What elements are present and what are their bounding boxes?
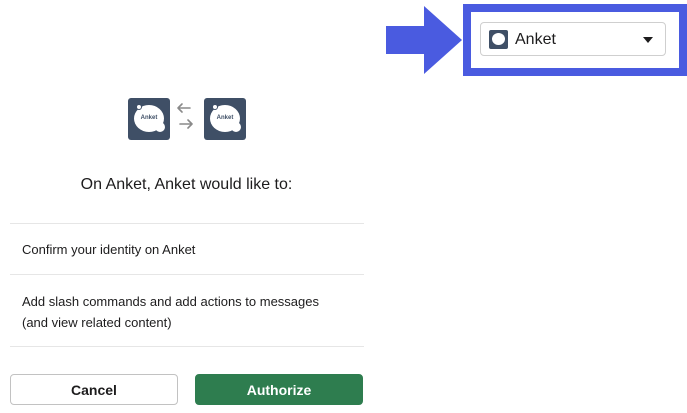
app-logo-label: Anket — [140, 115, 158, 121]
divider — [10, 223, 364, 224]
divider — [10, 274, 364, 275]
app-logo: Anket — [128, 98, 170, 140]
cancel-button[interactable]: Cancel — [10, 374, 178, 405]
right-arrow-icon — [386, 6, 462, 74]
workspace-select-value: Anket — [515, 31, 556, 48]
workspace-logo: Anket — [204, 98, 246, 140]
authorize-button[interactable]: Authorize — [195, 374, 363, 405]
chevron-down-icon — [643, 37, 653, 43]
workspace-switcher-highlight: Anket — [463, 4, 687, 76]
swap-arrows-icon — [177, 103, 193, 129]
auth-heading: On Anket, Anket would like to: — [80, 176, 293, 193]
workspace-logo-icon — [489, 30, 508, 49]
divider — [10, 346, 364, 347]
permission-slash-commands-detail: (and view related content) — [22, 315, 172, 330]
permission-identity: Confirm your identity on Anket — [22, 242, 196, 257]
workspace-select[interactable]: Anket — [480, 22, 666, 56]
workspace-logo-label: Anket — [216, 115, 234, 121]
permission-slash-commands: Add slash commands and add actions to me… — [22, 294, 320, 309]
